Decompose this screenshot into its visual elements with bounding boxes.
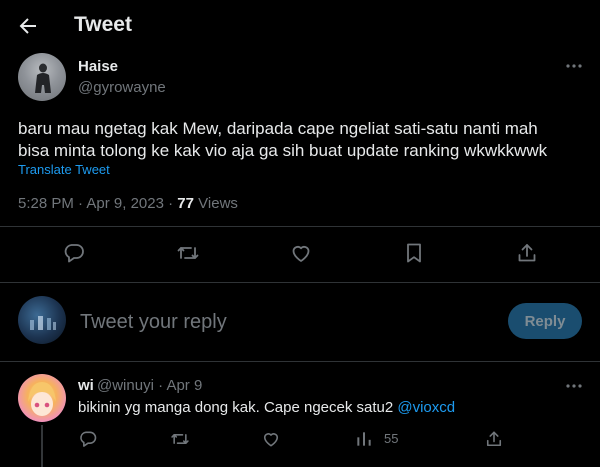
more-icon[interactable] (563, 56, 585, 76)
page-title: Tweet (74, 13, 132, 36)
divider (0, 226, 600, 227)
tweet-text: baru mau ngetag kak Mew, daripada cape n… (18, 119, 548, 160)
views-label: Views (198, 195, 238, 212)
retweet-icon[interactable] (170, 429, 190, 449)
divider (0, 282, 600, 283)
reply-input[interactable] (80, 306, 460, 338)
reply-icon[interactable] (62, 241, 86, 265)
like-icon[interactable] (261, 429, 281, 449)
reply-author-name[interactable]: wi (78, 377, 94, 394)
reply-icon[interactable] (78, 429, 98, 449)
share-icon[interactable] (484, 429, 504, 449)
reply-text-body: bikinin yg manga dong kak. Cape ngecek s… (78, 399, 398, 416)
back-arrow-icon[interactable] (16, 14, 40, 38)
like-icon[interactable] (289, 241, 313, 265)
reply-author-meta: @winuyi · Apr 9 (97, 377, 203, 394)
author-name[interactable]: Haise (78, 58, 118, 75)
divider (0, 361, 600, 362)
retweet-icon[interactable] (176, 241, 200, 265)
author-handle[interactable]: @gyrowayne (78, 79, 166, 96)
mention-link[interactable]: @vioxcd (397, 399, 455, 416)
reply-date[interactable]: Apr 9 (166, 377, 202, 394)
reply-author-handle[interactable]: @winuyi (97, 377, 154, 394)
author-avatar[interactable] (18, 53, 66, 101)
translate-link[interactable]: Translate Tweet (18, 162, 110, 177)
share-icon[interactable] (515, 241, 539, 265)
tweet-date[interactable]: Apr 9, 2023 (86, 195, 164, 212)
more-icon[interactable] (563, 376, 585, 396)
tweet-meta: 5:28 PM · Apr 9, 2023 · 77 Views (18, 195, 238, 212)
views-icon[interactable] (354, 429, 374, 449)
reply-button[interactable]: Reply (508, 303, 582, 339)
thread-line (41, 425, 43, 467)
reply-author-avatar[interactable] (18, 374, 66, 422)
views-count: 77 (177, 195, 194, 212)
bookmark-icon[interactable] (402, 241, 426, 265)
reply-views-count: 55 (384, 431, 399, 446)
reply-text: bikinin yg manga dong kak. Cape ngecek s… (78, 399, 455, 416)
my-avatar[interactable] (18, 296, 66, 344)
tweet-time[interactable]: 5:28 PM (18, 195, 74, 212)
